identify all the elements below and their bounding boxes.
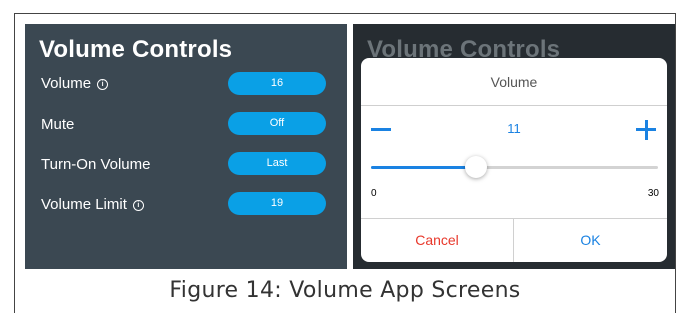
- info-icon[interactable]: i: [132, 200, 144, 211]
- info-icon[interactable]: i: [97, 79, 109, 90]
- slider-min-label: 0: [371, 188, 377, 199]
- turn-on-volume-row-label: Turn-On Volume: [41, 156, 151, 173]
- slider-thumb[interactable]: [465, 156, 488, 178]
- volume-value-button[interactable]: 16: [228, 72, 326, 95]
- turn-on-volume-value-button[interactable]: Last: [228, 152, 326, 175]
- volume-limit-label: Volume Limit: [41, 196, 127, 213]
- screen-title: Volume Controls: [39, 36, 233, 63]
- volume-row-label: Volume i: [41, 75, 109, 92]
- cancel-button[interactable]: Cancel: [361, 219, 514, 262]
- volume-limit-value-button[interactable]: 19: [228, 192, 326, 215]
- dialog-button-row: Cancel OK: [361, 218, 667, 262]
- mute-value-button[interactable]: Off: [228, 112, 326, 135]
- dialog-title: Volume: [361, 58, 667, 106]
- volume-dialog-screen: Volume Controls Volume 11 0 30 Cancel OK: [353, 24, 675, 269]
- mute-row-label: Mute: [41, 116, 75, 133]
- stepper-value: 11: [507, 121, 521, 136]
- volume-label: Volume: [41, 75, 92, 92]
- figure-caption: Figure 14: Volume App Screens: [169, 278, 521, 303]
- volume-limit-row-label: Volume Limit i: [41, 196, 144, 213]
- volume-controls-screen: Volume Controls Volume i 16 Mute Off Turn…: [25, 24, 347, 269]
- slider-max-label: 30: [647, 188, 659, 199]
- volume-slider[interactable]: [371, 156, 658, 178]
- volume-dialog: Volume 11 0 30 Cancel OK: [361, 58, 667, 262]
- ok-button[interactable]: OK: [514, 219, 667, 262]
- slider-fill: [371, 166, 477, 169]
